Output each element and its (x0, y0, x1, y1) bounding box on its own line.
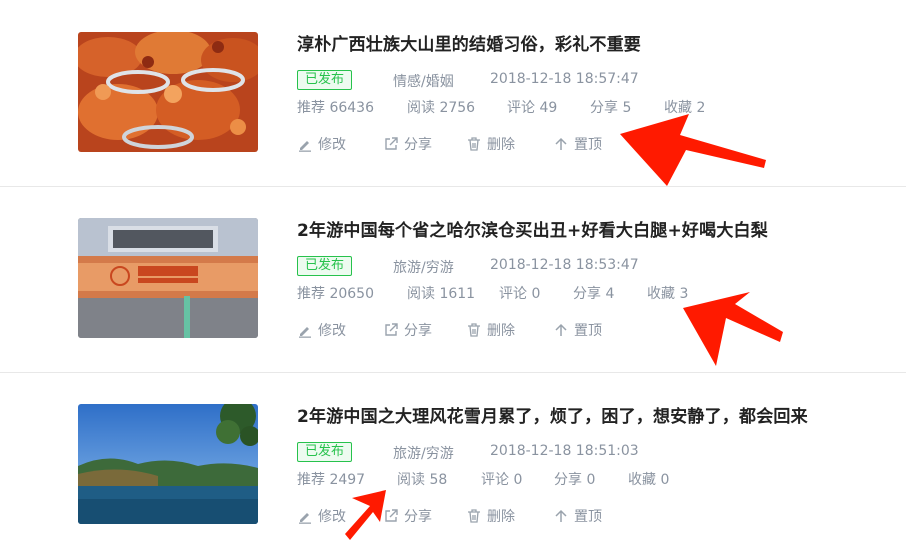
stat-read: 阅读 1611 (407, 286, 476, 302)
edit-button[interactable]: 修改 (297, 506, 346, 526)
stat-share: 分享 0 (554, 472, 596, 488)
harbin-map-image (78, 218, 258, 338)
share-button[interactable]: 分享 (383, 506, 432, 526)
share-icon (385, 137, 398, 150)
edit-label: 修改 (318, 323, 346, 339)
lake-landscape-image (78, 404, 258, 524)
edit-icon (299, 141, 311, 152)
stat-favorite: 收藏 0 (628, 472, 670, 488)
share-icon (385, 323, 398, 336)
delete-label: 删除 (487, 323, 515, 339)
share-label: 分享 (404, 323, 432, 339)
delete-button[interactable]: 删除 (466, 506, 515, 526)
article-time: 2018-12-18 18:51:03 (490, 443, 639, 459)
status-badge: 已发布 (297, 442, 353, 462)
stat-read: 阅读 58 (397, 472, 448, 488)
delete-label: 删除 (487, 509, 515, 525)
article-thumbnail[interactable] (78, 218, 258, 338)
pin-top-button[interactable]: 置顶 (553, 506, 602, 526)
delete-button[interactable]: 删除 (466, 134, 515, 154)
pin-top-label: 置顶 (574, 509, 602, 525)
trash-icon (468, 323, 480, 337)
stat-read: 阅读 2756 (407, 100, 476, 116)
article-time: 2018-12-18 18:57:47 (490, 71, 639, 87)
article-category: 情感/婚姻 (393, 74, 454, 90)
edit-button[interactable]: 修改 (297, 134, 346, 154)
arrow-up-icon (555, 137, 567, 150)
status-badge: 已发布 (297, 70, 353, 90)
edit-label: 修改 (318, 509, 346, 525)
trash-icon (468, 137, 480, 151)
share-label: 分享 (404, 509, 432, 525)
article-thumbnail[interactable] (78, 32, 258, 152)
article-title[interactable]: 2年游中国每个省之哈尔滨仓买出丑+好看大白腿+好喝大白梨 (297, 216, 768, 241)
trash-icon (468, 509, 480, 523)
stat-recommend: 推荐 20650 (297, 286, 374, 302)
pin-top-button[interactable]: 置顶 (553, 134, 602, 154)
share-button[interactable]: 分享 (383, 320, 432, 340)
crayfish-image (78, 32, 258, 152)
article-item: 淳朴广西壮族大山里的结婚习俗，彩礼不重要 已发布 情感/婚姻 2018-12-1… (0, 0, 906, 186)
stat-comment: 评论 49 (507, 100, 558, 116)
share-icon (385, 509, 398, 522)
stat-favorite: 收藏 3 (647, 286, 689, 302)
status-badge: 已发布 (297, 256, 353, 276)
stat-recommend: 推荐 66436 (297, 100, 374, 116)
share-label: 分享 (404, 137, 432, 153)
article-title[interactable]: 2年游中国之大理风花雪月累了，烦了，困了，想安静了，都会回来 (297, 402, 808, 427)
article-item: 2年游中国之大理风花雪月累了，烦了，困了，想安静了，都会回来 已发布 旅游/穷游… (0, 373, 906, 559)
article-thumbnail[interactable] (78, 404, 258, 524)
stat-comment: 评论 0 (499, 286, 541, 302)
article-title[interactable]: 淳朴广西壮族大山里的结婚习俗，彩礼不重要 (297, 30, 641, 55)
stat-favorite: 收藏 2 (664, 100, 706, 116)
arrow-up-icon (555, 323, 567, 336)
stat-share: 分享 4 (573, 286, 615, 302)
edit-label: 修改 (318, 137, 346, 153)
edit-button[interactable]: 修改 (297, 320, 346, 340)
article-item: 2年游中国每个省之哈尔滨仓买出丑+好看大白腿+好喝大白梨 已发布 旅游/穷游 2… (0, 187, 906, 373)
article-list: 淳朴广西壮族大山里的结婚习俗，彩礼不重要 已发布 情感/婚姻 2018-12-1… (0, 0, 906, 557)
stat-recommend: 推荐 2497 (297, 472, 366, 488)
edit-icon (299, 327, 311, 338)
article-time: 2018-12-18 18:53:47 (490, 257, 639, 273)
article-category: 旅游/穷游 (393, 260, 454, 276)
delete-button[interactable]: 删除 (466, 320, 515, 340)
article-category: 旅游/穷游 (393, 446, 454, 462)
share-button[interactable]: 分享 (383, 134, 432, 154)
arrow-up-icon (555, 509, 567, 522)
pin-top-button[interactable]: 置顶 (553, 320, 602, 340)
stat-share: 分享 5 (590, 100, 632, 116)
edit-icon (299, 513, 311, 524)
delete-label: 删除 (487, 137, 515, 153)
pin-top-label: 置顶 (574, 137, 602, 153)
stat-comment: 评论 0 (481, 472, 523, 488)
pin-top-label: 置顶 (574, 323, 602, 339)
